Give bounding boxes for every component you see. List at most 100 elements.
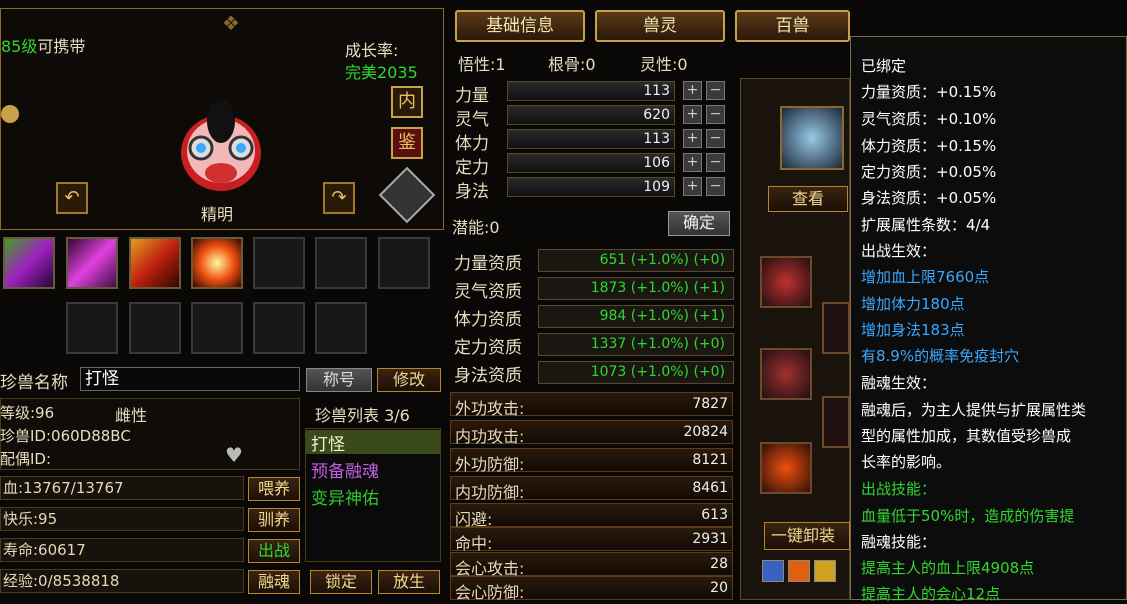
fight-button[interactable]: 出战 bbox=[248, 539, 300, 563]
skill-slot-1[interactable] bbox=[3, 237, 55, 289]
attr-row: 内功防御: 8461 bbox=[450, 476, 733, 502]
plus-icon[interactable]: + bbox=[683, 81, 702, 100]
tooltip-fuse-desc: 长率的影响。 bbox=[861, 453, 952, 471]
skill-slot-2[interactable] bbox=[66, 237, 118, 289]
attr-value: 2931 bbox=[692, 531, 728, 547]
appraise-button[interactable]: 鉴 bbox=[391, 127, 423, 159]
minus-icon[interactable]: − bbox=[706, 153, 725, 172]
attr-value: 613 bbox=[701, 507, 728, 523]
fuse-button[interactable]: 融魂 bbox=[248, 570, 300, 594]
inner-button[interactable]: 内 bbox=[391, 86, 423, 118]
plus-icon[interactable]: + bbox=[683, 129, 702, 148]
modify-button[interactable]: 修改 bbox=[377, 368, 441, 392]
plus-icon[interactable]: + bbox=[683, 177, 702, 196]
plus-icon[interactable]: + bbox=[683, 153, 702, 172]
empty-skill-slot[interactable] bbox=[66, 302, 118, 354]
empty-skill-slot[interactable] bbox=[378, 237, 430, 289]
aptitude-label: 定力资质 bbox=[454, 338, 522, 358]
stat-value: 113 bbox=[507, 81, 675, 101]
unload-all-button[interactable]: 一键卸装 bbox=[764, 522, 850, 550]
buff-icon[interactable] bbox=[788, 560, 810, 582]
pet-level-row: 等级:96 bbox=[0, 404, 55, 422]
gem-icon bbox=[1, 105, 19, 123]
pet-gender: 雌性 bbox=[115, 406, 148, 425]
attr-row: 会心攻击: 28 bbox=[450, 552, 733, 578]
rotate-left-icon[interactable]: ↶ bbox=[56, 182, 88, 214]
aptitude-value: 1337 (+1.0%) (+0) bbox=[538, 333, 734, 356]
confirm-button[interactable]: 确定 bbox=[668, 211, 730, 236]
pet-name-input[interactable]: 打怪 bbox=[80, 367, 300, 391]
pet-id: 珍兽ID:060D88BC bbox=[0, 427, 131, 445]
view-button[interactable]: 查看 bbox=[768, 186, 848, 212]
minus-icon[interactable]: − bbox=[706, 81, 725, 100]
tame-button[interactable]: 驯养 bbox=[248, 508, 300, 532]
tooltip-blue-line: 增加身法183点 bbox=[861, 321, 965, 339]
item-tooltip: 已绑定 力量资质：+0.15% 灵气资质：+0.10% 体力资质：+0.15% … bbox=[850, 36, 1127, 603]
pet-list-item[interactable]: 预备融魂 bbox=[306, 457, 379, 482]
tooltip-fuse-desc: 型的属性加成，其数值受珍兽成 bbox=[861, 427, 1072, 445]
rotate-right-icon[interactable]: ↷ bbox=[323, 182, 355, 214]
empty-skill-slot[interactable] bbox=[191, 302, 243, 354]
feather-icon[interactable] bbox=[760, 442, 812, 494]
minus-icon[interactable]: − bbox=[706, 177, 725, 196]
attr-row: 内功攻击: 20824 bbox=[450, 420, 733, 446]
feed-button[interactable]: 喂养 bbox=[248, 477, 300, 501]
potential: 潜能:0 bbox=[452, 218, 500, 237]
equip-slot-icon[interactable] bbox=[760, 256, 812, 308]
pet-portrait-panel: ❖ 85级可携带 成长率: 完美2035 精明 内 鉴 ↶ ↷ bbox=[0, 8, 444, 230]
skill-slot-3[interactable] bbox=[129, 237, 181, 289]
tooltip-fuse-skill-title: 融魂技能： bbox=[861, 533, 937, 551]
pet-name-label: 珍兽名称 bbox=[0, 373, 68, 393]
minus-icon[interactable]: − bbox=[706, 129, 725, 148]
wolf-spirit-icon[interactable] bbox=[780, 106, 844, 170]
pet-list-item[interactable]: 变异神佑 bbox=[306, 484, 379, 509]
tooltip-blue-line: 增加体力180点 bbox=[861, 295, 965, 313]
stat-label: 力量 bbox=[455, 86, 489, 106]
wuxing: 悟性:1 bbox=[458, 55, 506, 74]
attr-value: 20 bbox=[710, 580, 728, 596]
lock-button[interactable]: 锁定 bbox=[310, 570, 372, 594]
minus-icon[interactable]: − bbox=[706, 105, 725, 124]
title-button[interactable]: 称号 bbox=[306, 368, 372, 392]
attr-row: 闪避: 613 bbox=[450, 503, 733, 529]
empty-skill-slot[interactable] bbox=[315, 302, 367, 354]
tooltip-fuse-skill-line: 提高主人的血上限4908点 bbox=[861, 559, 1035, 577]
empty-skill-slot[interactable] bbox=[315, 237, 367, 289]
diamond-icon[interactable] bbox=[378, 166, 436, 224]
tab-basic-info[interactable]: 基础信息 bbox=[455, 10, 585, 42]
stat-label: 身法 bbox=[455, 182, 489, 202]
equip-slot-icon[interactable] bbox=[760, 348, 812, 400]
tab-beast-spirit[interactable]: 兽灵 bbox=[595, 10, 725, 42]
release-button[interactable]: 放生 bbox=[378, 570, 440, 594]
aptitude-label: 身法资质 bbox=[454, 366, 522, 386]
aptitude-label: 体力资质 bbox=[454, 310, 522, 330]
skill-slot-4[interactable] bbox=[191, 237, 243, 289]
empty-skill-slot[interactable] bbox=[129, 302, 181, 354]
plus-icon[interactable]: + bbox=[683, 105, 702, 124]
aptitude-value: 984 (+1.0%) (+1) bbox=[538, 305, 734, 328]
empty-skill-slot[interactable] bbox=[253, 237, 305, 289]
aptitude-value: 1073 (+1.0%) (+0) bbox=[538, 361, 734, 384]
tooltip-fuse-skill-line: 提高主人的会心12点 bbox=[861, 585, 1001, 603]
equip-slot-icon[interactable] bbox=[822, 302, 850, 354]
empty-skill-slot[interactable] bbox=[253, 302, 305, 354]
attr-label: 外功攻击: bbox=[455, 399, 525, 418]
buff-icon[interactable] bbox=[814, 560, 836, 582]
aptitude-value: 1873 (+1.0%) (+1) bbox=[538, 277, 734, 300]
tooltip-line: 定力资质：+0.05% bbox=[861, 163, 997, 181]
attr-value: 8461 bbox=[692, 480, 728, 496]
pet-list-title: 珍兽列表 3/6 bbox=[315, 406, 410, 425]
buff-icon[interactable] bbox=[762, 560, 784, 582]
tooltip-skill-title: 出战技能： bbox=[861, 480, 937, 498]
tooltip-line: 扩展属性条数：4/4 bbox=[861, 216, 991, 234]
tab-hundred-beasts[interactable]: 百兽 bbox=[735, 10, 850, 42]
bound-text: 已绑定 bbox=[861, 57, 907, 75]
pet-lifespan: 寿命:60617 bbox=[0, 538, 244, 562]
tooltip-line: 出战生效： bbox=[861, 242, 937, 260]
pet-list-item[interactable]: 打怪 bbox=[306, 430, 440, 455]
equip-slot-icon[interactable] bbox=[822, 396, 850, 448]
tooltip-skill-line: 血量低于50%时，造成的伤害提 bbox=[861, 507, 1075, 525]
attr-row: 外功攻击: 7827 bbox=[450, 392, 733, 418]
pet-exp: 经验:0/8538818 bbox=[0, 569, 244, 593]
stat-value: 109 bbox=[507, 177, 675, 197]
